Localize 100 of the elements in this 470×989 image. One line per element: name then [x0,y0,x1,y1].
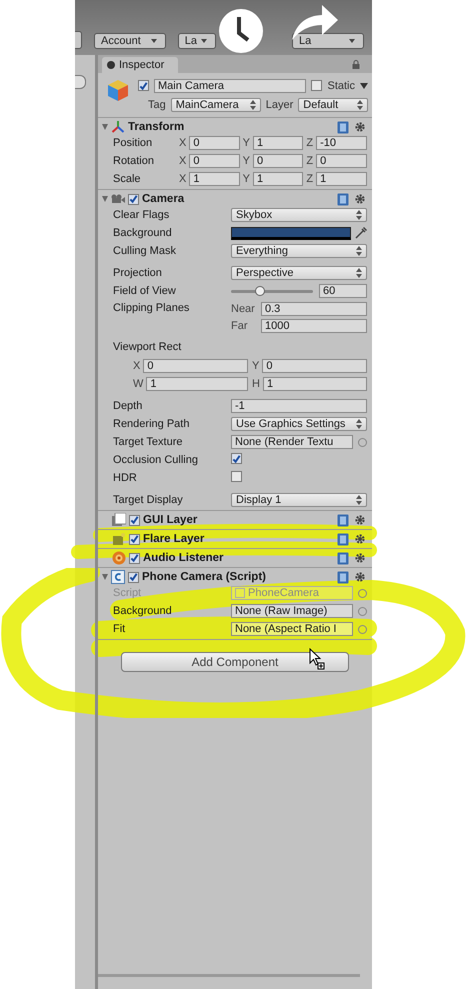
axis-label: X [179,173,186,185]
help-book-icon[interactable] [337,192,349,206]
toolbar-button[interactable]: Account [94,33,166,49]
axis-label: Z [306,155,314,167]
component-header[interactable]: Transform [98,118,372,136]
property-label: Rendering Path [113,418,190,430]
checkbox[interactable] [128,572,139,582]
help-book-icon[interactable] [337,552,349,564]
tag-dropdown[interactable]: MainCamera [170,98,261,112]
object-field[interactable]: None (Aspect Ratio I [231,622,353,636]
help-book-icon[interactable] [337,532,349,546]
dropdown-arrows-icon [356,268,362,278]
gear-icon[interactable] [354,533,366,545]
color-field[interactable] [231,226,351,240]
number-field[interactable]: 0 [189,136,240,150]
toolbar-button[interactable] [75,31,82,49]
dropdown[interactable]: Display 1 [231,493,367,507]
checkbox[interactable] [138,80,149,91]
component-header[interactable]: Camera [98,190,372,208]
number-field[interactable]: 1 [253,136,304,150]
search-field[interactable] [75,75,86,89]
foldout-icon[interactable] [102,124,108,130]
checkbox[interactable] [311,80,322,91]
cube-icon [106,78,130,102]
property-label: Occlusion Culling [113,454,199,466]
axis-label: W [133,378,144,390]
dropdown[interactable]: Use Graphics Settings [231,417,367,431]
number-field[interactable]: -1 [231,399,367,413]
property-label: Background [113,605,173,617]
checkbox[interactable] [231,471,242,482]
clock-icon[interactable] [218,8,264,54]
gear-icon[interactable] [354,121,366,133]
script-icon [111,570,125,584]
help-book-icon[interactable] [337,120,349,134]
slider-thumb[interactable] [254,286,265,296]
number-field[interactable]: 1 [253,172,304,186]
axis-label: X [133,360,140,372]
speaker-icon [112,551,126,565]
axis-label: X [179,137,186,149]
help-book-icon[interactable] [337,514,349,526]
number-field[interactable]: 1 [262,377,367,391]
component-header[interactable]: Phone Camera (Script) [98,568,372,586]
checkbox[interactable] [231,453,242,464]
checkbox[interactable] [129,514,140,526]
dropdown[interactable]: Skybox [231,208,367,222]
component-title: GUI Layer [143,514,198,526]
axis-label: Y [242,155,250,167]
info-icon [107,61,115,69]
number-field[interactable]: 1000 [261,319,367,333]
checkbox[interactable] [128,194,139,204]
tag-label: Tag [148,98,166,110]
number-field[interactable]: 0 [253,154,304,168]
property-label: Scale [113,173,142,185]
add-component-button[interactable]: Add Component [121,652,349,672]
toolbar-button[interactable]: La [292,33,364,49]
gear-icon[interactable] [354,571,366,583]
property-label: Target Display [113,494,184,506]
property-label: Viewport Rect [113,341,182,353]
number-field[interactable]: 0.3 [261,302,367,316]
component-title: Camera [142,193,186,205]
object-field[interactable]: None (Raw Image) [231,604,353,618]
property-label: Fit [113,623,126,635]
object-field[interactable]: None (Render Textu [231,435,353,449]
number-field[interactable]: 0 [143,359,248,373]
number-field[interactable]: 1 [316,172,367,186]
help-book-icon[interactable] [337,570,349,584]
dropdown[interactable]: Perspective [231,266,367,280]
scrollbar[interactable] [98,974,360,977]
axis-label: Y [242,137,250,149]
component-title: Phone Camera (Script) [142,571,267,583]
dropdown[interactable]: Everything [231,244,367,258]
number-field[interactable]: 1 [189,172,240,186]
property-label: Position [113,137,154,149]
number-field[interactable]: 60 [319,284,367,298]
property-label: Clear Flags [113,209,170,221]
component-title: Transform [128,121,186,133]
checkbox[interactable] [129,534,140,544]
gear-icon[interactable] [354,514,366,526]
component-header[interactable]: GUI Layer [98,511,372,529]
number-field[interactable]: 1 [146,377,248,391]
dropdown-arrows-icon [357,100,363,110]
property-label: Rotation [113,155,155,167]
property-label: Clipping Planes [113,302,190,314]
axis-label: Y [252,360,260,372]
inspector-tab[interactable]: Inspector [102,57,178,73]
gear-icon[interactable] [354,193,366,205]
lock-icon[interactable] [352,60,360,69]
axis-label: Z [306,137,314,149]
dropdown-arrows-icon [356,246,362,256]
property-label: Target Texture [113,436,184,448]
toolbar-button[interactable]: La [178,33,216,49]
layer-dropdown[interactable]: Default [298,98,368,112]
number-field[interactable]: 0 [316,154,367,168]
checkbox[interactable] [129,552,140,564]
name-field[interactable]: Main Camera [154,78,306,92]
eyedropper-icon[interactable] [355,227,367,239]
gear-icon[interactable] [354,552,366,564]
number-field[interactable]: -10 [316,136,367,150]
number-field[interactable]: 0 [189,154,240,168]
number-field[interactable]: 0 [262,359,367,373]
